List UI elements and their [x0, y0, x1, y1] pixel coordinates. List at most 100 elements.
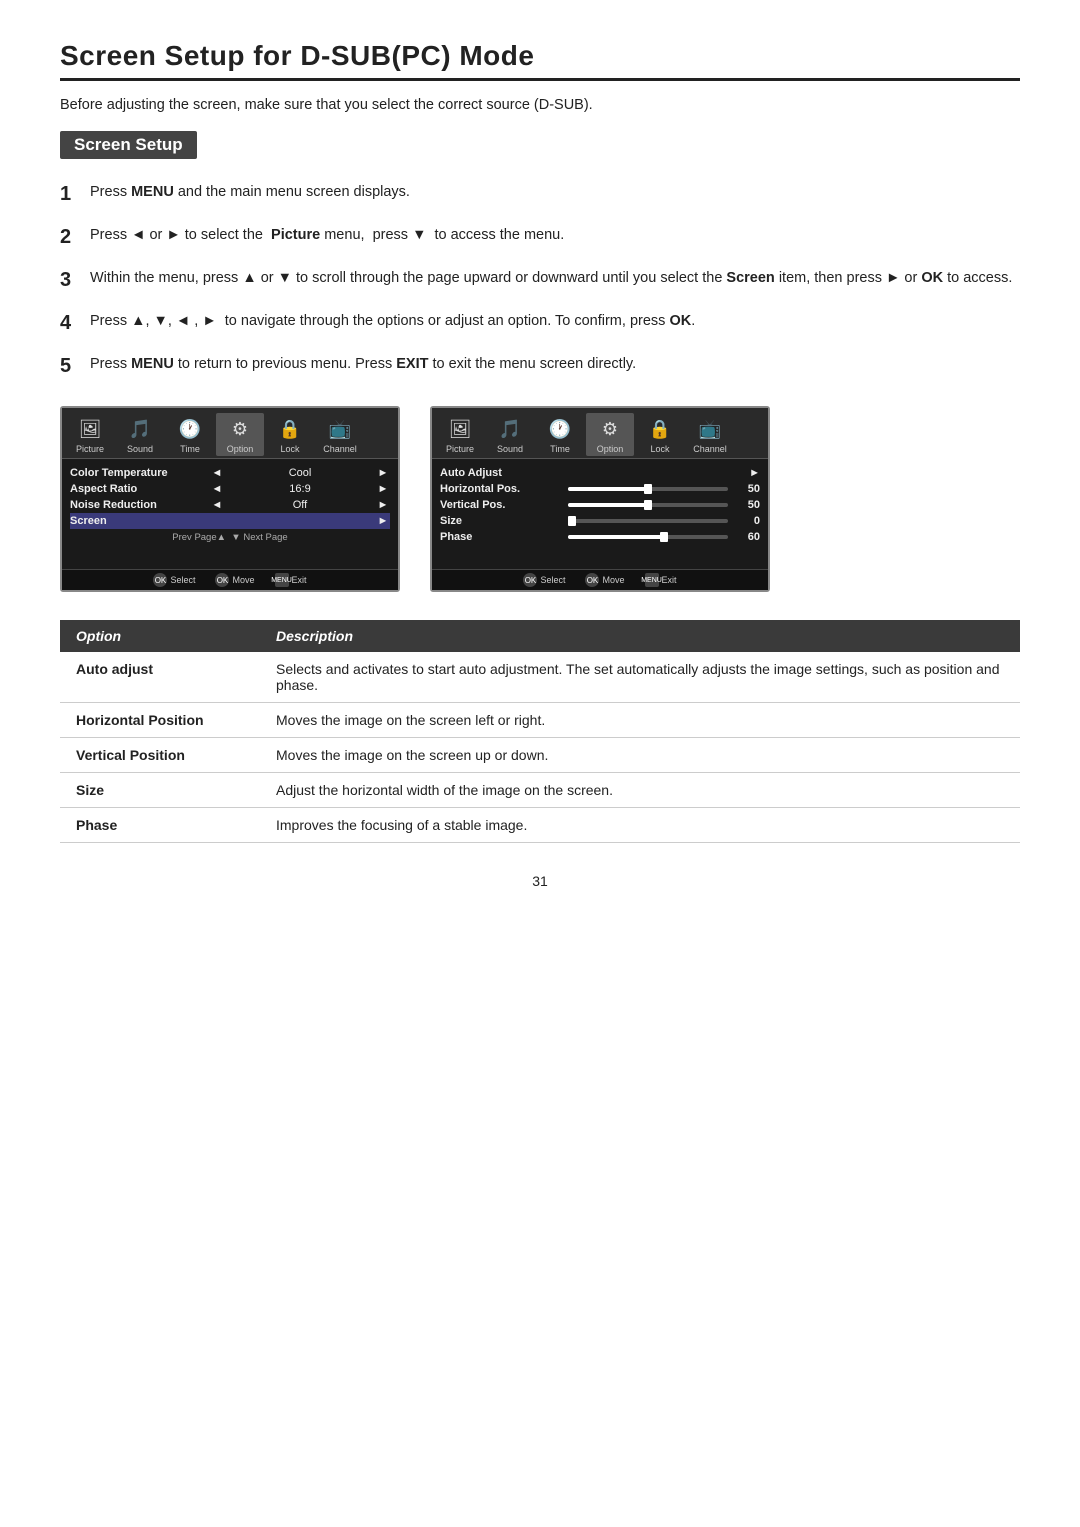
option-horizontal-position: Horizontal Position [60, 703, 260, 738]
aspect-ratio-left-arrow: ◄ [210, 483, 224, 495]
option-icon-right: ⚙ [593, 415, 627, 443]
title-divider [60, 78, 1020, 81]
tv-icons-right: 🖼 Picture 🎵 Sound 🕐 Time ⚙ Option 🔒 Lock… [432, 408, 768, 459]
size-thumb [568, 516, 576, 526]
phase-label: Phase [440, 531, 560, 543]
option-vertical-position: Vertical Position [60, 738, 260, 773]
option-table: Option Description Auto adjust Selects a… [60, 620, 1020, 843]
sound-icon-right: 🎵 [493, 415, 527, 443]
move-label-left: Move [232, 575, 254, 585]
step-number-5: 5 [60, 351, 90, 382]
menu-row-color-temp: Color Temperature ◄ Cool ► [70, 465, 390, 481]
horiz-pos-track [568, 487, 728, 491]
horiz-pos-fill [568, 487, 648, 491]
desc-auto-adjust: Selects and activates to start auto adju… [260, 652, 1020, 703]
tv-icon-option-left: ⚙ Option [216, 413, 264, 456]
menu-bar-vert-pos: Vertical Pos. 50 [440, 497, 760, 513]
menu-bar-horiz-pos: Horizontal Pos. 50 [440, 481, 760, 497]
option-auto-adjust: Auto adjust [60, 652, 260, 703]
horiz-pos-thumb [644, 484, 652, 494]
ok-btn-move-right: OK [585, 573, 599, 587]
step-content-2: Press ◄ or ► to select the Picture menu,… [90, 224, 1020, 246]
tv-icon-sound-right: 🎵 Sound [486, 413, 534, 456]
footer-select-right: OK Select [523, 573, 565, 587]
step-4: 4 Press ▲, ▼, ◄ , ► to navigate through … [60, 310, 1020, 339]
option-label-right: Option [597, 444, 624, 454]
noise-reduction-value: Off [224, 499, 376, 511]
option-size: Size [60, 773, 260, 808]
tv-icon-lock-left: 🔒 Lock [266, 413, 314, 456]
channel-label-right: Channel [693, 444, 727, 454]
footer-move-left: OK Move [215, 573, 254, 587]
channel-icon-right: 📺 [693, 415, 727, 443]
vert-pos-fill [568, 503, 648, 507]
ok-btn-move-left: OK [215, 573, 229, 587]
auto-adjust-arrow: ► [749, 467, 760, 479]
lock-label-right: Lock [650, 444, 669, 454]
size-value: 0 [736, 515, 760, 527]
tv-icon-sound-left: 🎵 Sound [116, 413, 164, 456]
color-temp-left-arrow: ◄ [210, 467, 224, 479]
select-label-right: Select [540, 575, 565, 585]
table-row-phase: Phase Improves the focusing of a stable … [60, 808, 1020, 843]
tv-screen-right: 🖼 Picture 🎵 Sound 🕐 Time ⚙ Option 🔒 Lock… [430, 406, 770, 592]
step-content-5: Press MENU to return to previous menu. P… [90, 353, 1020, 375]
phase-value: 60 [736, 531, 760, 543]
tv-icon-picture-left: 🖼 Picture [66, 413, 114, 456]
tv-menu-body-left: Color Temperature ◄ Cool ► Aspect Ratio … [62, 459, 398, 569]
tv-menu-body-right: Auto Adjust ► Horizontal Pos. 50 Vertica… [432, 459, 768, 569]
tv-icon-time-right: 🕐 Time [536, 413, 584, 456]
picture-label-right: Picture [446, 444, 474, 454]
option-phase: Phase [60, 808, 260, 843]
menu-bar-size: Size 0 [440, 513, 760, 529]
noise-reduction-right-arrow: ► [376, 499, 390, 511]
desc-phase: Improves the focusing of a stable image. [260, 808, 1020, 843]
table-row-horizontal-position: Horizontal Position Moves the image on t… [60, 703, 1020, 738]
desc-horizontal-position: Moves the image on the screen left or ri… [260, 703, 1020, 738]
tv-screen-left: 🖼 Picture 🎵 Sound 🕐 Time ⚙ Option 🔒 Lock… [60, 406, 400, 592]
step-5: 5 Press MENU to return to previous menu.… [60, 353, 1020, 382]
ok-btn-select-left: OK [153, 573, 167, 587]
phase-thumb [660, 532, 668, 542]
time-label-right: Time [550, 444, 570, 454]
menu-btn-exit-right: MENU [645, 573, 659, 587]
sound-label-left: Sound [127, 444, 153, 454]
noise-reduction-left-arrow: ◄ [210, 499, 224, 511]
step-number-4: 4 [60, 308, 90, 339]
color-temp-value: Cool [224, 467, 376, 479]
size-track [568, 519, 728, 523]
option-label-left: Option [227, 444, 254, 454]
phase-track [568, 535, 728, 539]
tv-icon-channel-left: 📺 Channel [316, 413, 364, 456]
table-row-vertical-position: Vertical Position Moves the image on the… [60, 738, 1020, 773]
desc-vertical-position: Moves the image on the screen up or down… [260, 738, 1020, 773]
phase-fill [568, 535, 664, 539]
vert-pos-value: 50 [736, 499, 760, 511]
picture-label-left: Picture [76, 444, 104, 454]
lock-icon-right: 🔒 [643, 415, 677, 443]
footer-move-right: OK Move [585, 573, 624, 587]
prev-next-text-left: Prev Page▲ ▼ Next Page [70, 529, 390, 546]
screen-right-arrow: ► [376, 515, 390, 527]
time-icon-right: 🕐 [543, 415, 577, 443]
horiz-pos-label: Horizontal Pos. [440, 483, 560, 495]
select-label-left: Select [170, 575, 195, 585]
table-row-auto-adjust: Auto adjust Selects and activates to sta… [60, 652, 1020, 703]
color-temp-label: Color Temperature [70, 467, 210, 479]
picture-icon-right: 🖼 [443, 415, 477, 443]
vert-pos-thumb [644, 500, 652, 510]
tv-icon-lock-right: 🔒 Lock [636, 413, 684, 456]
step-content-1: Press MENU and the main menu screen disp… [90, 181, 1020, 203]
page-title: Screen Setup for D-SUB(PC) Mode [60, 40, 1020, 72]
step-1: 1 Press MENU and the main menu screen di… [60, 181, 1020, 210]
menu-btn-exit-left: MENU [275, 573, 289, 587]
tv-icon-picture-right: 🖼 Picture [436, 413, 484, 456]
sound-label-right: Sound [497, 444, 523, 454]
step-content-3: Within the menu, press ▲ or ▼ to scroll … [90, 267, 1020, 289]
option-icon-left: ⚙ [223, 415, 257, 443]
menu-row-noise-reduction: Noise Reduction ◄ Off ► [70, 497, 390, 513]
screens-row: 🖼 Picture 🎵 Sound 🕐 Time ⚙ Option 🔒 Lock… [60, 406, 1020, 592]
move-label-right: Move [602, 575, 624, 585]
section-heading: Screen Setup [60, 131, 197, 159]
exit-label-right: Exit [662, 575, 677, 585]
